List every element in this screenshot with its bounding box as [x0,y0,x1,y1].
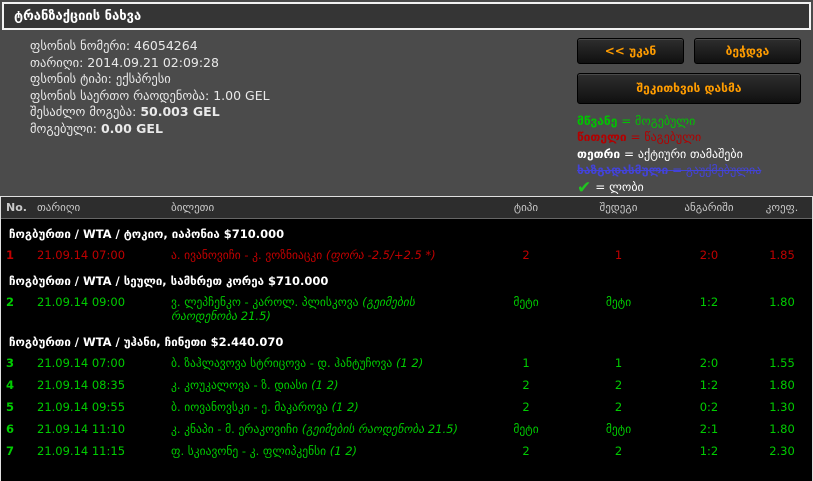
tournament-group-header: ჩოგბურთი / WTA / ტოკიო, იაპონია $710.000 [9,227,285,241]
legend-active: თეთრი = აქტიური თამაშები [577,146,743,161]
tournament-group-header: ჩოგბურთი / WTA / სეული, სამხრეთ კორეა $7… [9,274,329,288]
bet-amount-line: ფსონის საერთო რაოდენობა: 1.00 GEL [30,87,270,103]
bet-type-line: ფსონის ტიპი: ექსპრესი [30,71,171,86]
table-row: 5 21.09.14 09:55 ბ. იოვანოვსკი - ე. მაკა… [6,400,795,414]
header-ticket: ბილეთი [171,201,215,214]
ask-question-button[interactable]: შეკითხვის დასმა [577,73,801,104]
table-row: 2 21.09.14 09:00 ვ. ლეპჩენკო - კაროლ. პლ… [6,295,795,323]
table-body: ჩოგბურთი / WTA / ტოკიო, იაპონია $710.000… [1,219,812,462]
tournament-group-header: ჩოგბურთი / WTA / უჰანი, ჩინეთი $2.440.07… [9,335,284,349]
header-date: თარიღი [37,201,81,214]
table-row: 4 21.09.14 08:35 კ. კოუკალოვა - ზ. დიასი… [6,378,795,392]
table-row: 7 21.09.14 11:15 ფ. სკიავონე - კ. ფლიპკე… [6,444,795,458]
back-button[interactable]: << უკან [577,38,684,64]
bets-table: No. თარიღი ბილეთი ტიპი შედეგი ანგარიში კ… [0,196,813,481]
legend-cancelled: ხაზგადასმული = გაუქმებულია [577,163,762,177]
bet-number-line: ფსონის ნომერი: 46054264 [30,38,198,53]
legend-won: მწვანე = მოგებული [577,113,696,128]
table-row: 1 21.09.14 07:00 ა. ივანოვიჩი - კ. ვოზნი… [6,248,795,262]
page-title: ტრანზაქციის ნახვა [2,2,811,30]
header-type: ტიპი [513,201,539,214]
check-icon: ✔ [577,177,592,198]
button-row: << უკან ბეჭდვა [577,38,801,64]
table-row: 6 21.09.14 11:10 კ. კნაპი - მ. ერაკოვიჩი… [6,422,795,436]
possible-win-line: შესაძლო მოგება: 50.003 GEL [30,104,220,119]
legend-lost: წითელი = წაგებული [577,130,702,144]
table-row: 3 21.09.14 07:00 ბ. ზაჰლავოვა სტრიცოვა -… [6,356,795,370]
header-score: ანგარიში [684,201,734,214]
table-header-row: No. თარიღი ბილეთი ტიპი შედეგი ანგარიში კ… [1,197,812,219]
won-amount-line: მოგებული: 0.00 GEL [30,120,163,136]
bet-date-line: თარიღი: 2014.09.21 02:09:28 [30,54,219,70]
header-coef: კოეფ. [765,201,799,214]
legend-check: ✔ = ლობი [577,177,644,198]
header-no: No. [6,201,27,214]
transaction-view-page: ტრანზაქციის ნახვა ფსონის ნომერი: 4605426… [0,0,813,481]
side-panel: << უკან ბეჭდვა შეკითხვის დასმა მწვანე = … [577,38,801,196]
header-result: შედეგი [599,201,638,214]
print-button[interactable]: ბეჭდვა [694,38,801,64]
bet-info: ფსონის ნომერი: 46054264 თარიღი: 2014.09.… [30,38,270,196]
top-section: ფსონის ნომერი: 46054264 თარიღი: 2014.09.… [0,32,813,196]
legend: მწვანე = მოგებული წითელი = წაგებული თეთრ… [577,113,801,197]
